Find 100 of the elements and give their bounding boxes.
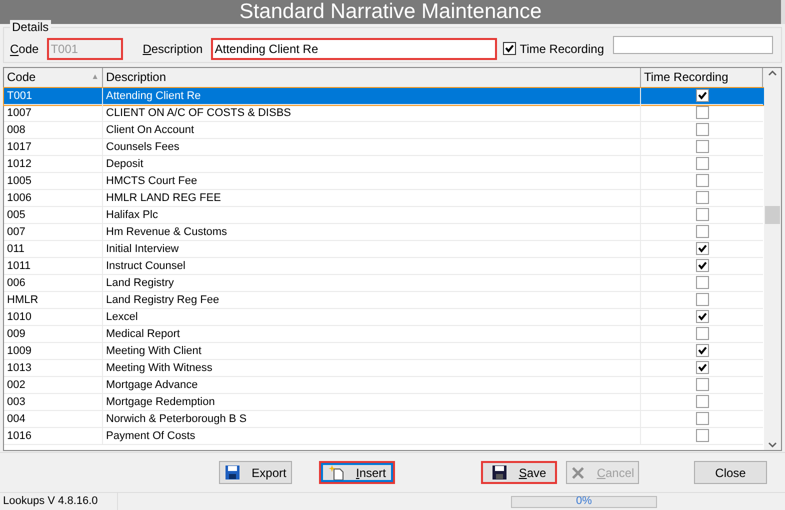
table-cell: 1012 bbox=[4, 156, 103, 173]
table-cell: 1009 bbox=[4, 342, 103, 360]
table-row[interactable]: 002 Mortgage Advance bbox=[4, 376, 764, 394]
table-cell: CLIENT ON A/C OF COSTS & DISBS bbox=[103, 104, 641, 122]
table-cell: Land Registry Reg Fee bbox=[103, 292, 641, 309]
table-cell: 1007 bbox=[4, 104, 103, 122]
table-cell: HMCTS Court Fee bbox=[103, 172, 641, 190]
table-cell: 1011 bbox=[4, 258, 103, 275]
table-cell: HMLR LAND REG FEE bbox=[103, 190, 641, 207]
table-cell: 011 bbox=[4, 240, 103, 258]
table-cell: Attending Client Re bbox=[103, 88, 641, 105]
table-row[interactable]: 1006 HMLR LAND REG FEE bbox=[4, 190, 764, 207]
table-row[interactable]: 1005 HMCTS Court Fee bbox=[4, 172, 764, 190]
field-label: Description bbox=[142, 40, 203, 58]
table-row[interactable]: 1011 Instruct Counsel bbox=[4, 258, 764, 275]
new-document-icon bbox=[328, 464, 344, 481]
checkbox[interactable] bbox=[696, 225, 708, 238]
checkbox[interactable] bbox=[696, 89, 708, 102]
table-cell: 1017 bbox=[4, 138, 103, 156]
group-label: Details bbox=[10, 20, 51, 34]
table-cell: Deposit bbox=[103, 156, 641, 173]
checkbox[interactable] bbox=[696, 208, 708, 222]
table-cell: Payment Of Costs bbox=[103, 428, 641, 445]
table-cell: 1016 bbox=[4, 428, 103, 445]
table-cell: Mortgage Advance bbox=[103, 376, 641, 394]
table-cell: 006 bbox=[4, 274, 103, 292]
table-cell: Client On Account bbox=[103, 122, 641, 139]
checkbox[interactable] bbox=[696, 174, 708, 188]
checkbox[interactable] bbox=[696, 344, 708, 358]
checkbox[interactable] bbox=[696, 293, 708, 306]
table-row[interactable]: 006 Land Registry bbox=[4, 274, 764, 292]
table-cell: 007 bbox=[4, 224, 103, 241]
checkbox-label: Time Recording bbox=[520, 40, 604, 58]
checkbox[interactable] bbox=[696, 378, 708, 392]
table-row[interactable]: 1013 Meeting With Witness bbox=[4, 360, 764, 377]
table-cell: HMLR bbox=[4, 292, 103, 309]
checkbox[interactable] bbox=[696, 259, 708, 272]
checkbox[interactable] bbox=[696, 140, 708, 154]
table-cell: 002 bbox=[4, 376, 103, 394]
checkbox[interactable] bbox=[696, 327, 708, 340]
table-cell: T001 bbox=[4, 88, 103, 105]
status-text: Lookups V 4.8.16.0 bbox=[0, 493, 118, 510]
table-cell: 004 bbox=[4, 410, 103, 428]
table-cell: Norwich & Peterborough B S bbox=[103, 410, 641, 428]
table-row[interactable]: 1007 CLIENT ON A/C OF COSTS & DISBS bbox=[4, 104, 764, 122]
checkbox[interactable] bbox=[696, 242, 708, 256]
table-row[interactable]: 007 Hm Revenue & Customs bbox=[4, 224, 764, 241]
text-field[interactable] bbox=[613, 36, 773, 54]
table-cell: 003 bbox=[4, 394, 103, 411]
checkbox[interactable] bbox=[502, 42, 516, 56]
table-cell: 008 bbox=[4, 122, 103, 139]
table-cell: Halifax Plc bbox=[103, 206, 641, 224]
checkbox[interactable] bbox=[696, 276, 708, 290]
table-cell: Counsels Fees bbox=[103, 138, 641, 156]
scrollbar[interactable] bbox=[764, 68, 781, 450]
table-row[interactable]: 1009 Meeting With Client bbox=[4, 342, 764, 360]
cancel-button: Cancel bbox=[566, 461, 639, 484]
table-cell: Hm Revenue & Customs bbox=[103, 224, 641, 241]
table-cell: Land Registry bbox=[103, 274, 641, 292]
table-row[interactable]: 009 Medical Report bbox=[4, 326, 764, 343]
table-row[interactable]: 008 Client On Account bbox=[4, 122, 764, 139]
close-button[interactable]: Close bbox=[694, 461, 767, 484]
checkbox[interactable] bbox=[696, 157, 708, 170]
field-label: Code bbox=[10, 40, 39, 58]
description-field[interactable]: Attending Client Re bbox=[210, 38, 497, 60]
table-row[interactable]: HMLR Land Registry Reg Fee bbox=[4, 292, 764, 309]
table-cell: Initial Interview bbox=[103, 240, 641, 258]
scroll-thumb[interactable] bbox=[765, 206, 780, 224]
sort-icon: ▲ bbox=[91, 71, 99, 84]
table-cell: Lexcel bbox=[103, 308, 641, 326]
insert-button[interactable]: Insert bbox=[319, 461, 395, 484]
checkbox[interactable] bbox=[696, 123, 708, 136]
table-row[interactable]: 004 Norwich & Peterborough B S bbox=[4, 410, 764, 428]
progress-text: 0% bbox=[576, 496, 592, 508]
table-row[interactable]: T001 Attending Client Re bbox=[4, 88, 764, 105]
scroll-down-icon[interactable] bbox=[768, 442, 777, 448]
table-cell: 1005 bbox=[4, 172, 103, 190]
checkbox[interactable] bbox=[696, 395, 708, 408]
checkbox[interactable] bbox=[696, 106, 708, 120]
checkbox[interactable] bbox=[696, 310, 708, 324]
table-cell: 1013 bbox=[4, 360, 103, 377]
table-row[interactable]: 1016 Payment Of Costs bbox=[4, 428, 764, 445]
table-cell: Medical Report bbox=[103, 326, 641, 343]
checkbox[interactable] bbox=[696, 191, 708, 204]
checkbox[interactable] bbox=[696, 412, 708, 426]
checkbox[interactable] bbox=[696, 361, 708, 374]
table-row[interactable]: 003 Mortgage Redemption bbox=[4, 394, 764, 411]
table-cell: Instruct Counsel bbox=[103, 258, 641, 275]
checkbox[interactable] bbox=[696, 429, 708, 442]
table-row[interactable]: 011 Initial Interview bbox=[4, 240, 764, 258]
table-row[interactable]: 1010 Lexcel bbox=[4, 308, 764, 326]
table-row[interactable]: 1012 Deposit bbox=[4, 156, 764, 173]
save-button[interactable]: Save bbox=[481, 461, 557, 484]
table-row[interactable]: 005 Halifax Plc bbox=[4, 206, 764, 224]
export-button[interactable]: Export bbox=[219, 461, 292, 484]
table-cell: Meeting With Client bbox=[103, 342, 641, 360]
table-row[interactable]: 1017 Counsels Fees bbox=[4, 138, 764, 156]
close-icon bbox=[570, 466, 585, 480]
table-cell: 1006 bbox=[4, 190, 103, 207]
scroll-up-icon[interactable] bbox=[768, 70, 777, 76]
